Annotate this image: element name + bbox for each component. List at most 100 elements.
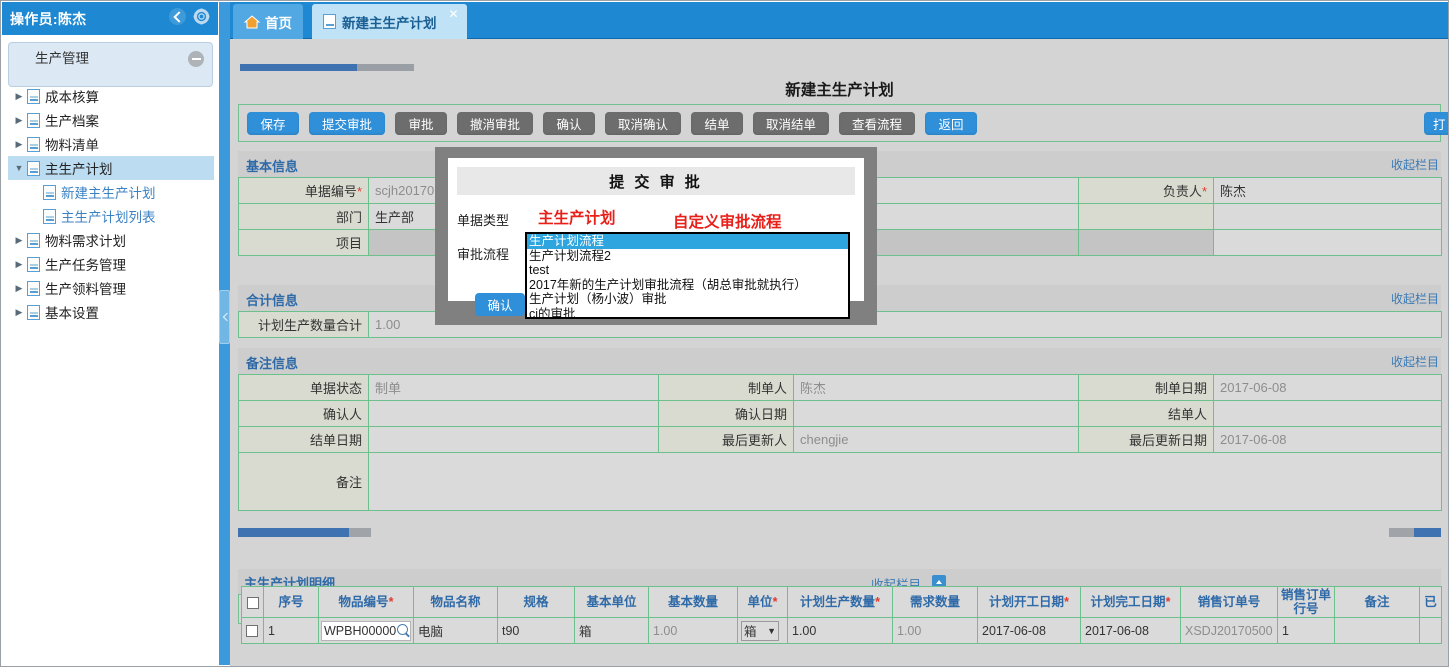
required-mark: * [773, 595, 778, 609]
sidebar-item-basic-settings[interactable]: ▶ 基本设置 [8, 300, 213, 324]
col-unit: 单位* [738, 587, 788, 618]
sidebar-item-production-archive[interactable]: ▶ 生产档案 [8, 108, 213, 132]
view-flow-button[interactable]: 查看流程 [839, 112, 915, 135]
gear-icon[interactable] [193, 8, 210, 25]
field-value-close-date [369, 427, 659, 453]
page-icon [27, 233, 40, 248]
required-mark: * [389, 595, 394, 609]
field-value-remark[interactable] [369, 453, 1442, 511]
sidebar-collapse-handle[interactable] [219, 290, 230, 344]
col-plan-qty: 计划生产数量* [788, 587, 893, 618]
close-order-button[interactable]: 结单 [691, 112, 743, 135]
cancel-confirm-button[interactable]: 取消确认 [605, 112, 681, 135]
sidebar-splitter[interactable] [219, 2, 230, 665]
confirm-button[interactable]: 确认 [543, 112, 595, 135]
cell-unit[interactable]: 箱 ▼ [738, 618, 788, 644]
submit-approval-button[interactable]: 提交审批 [309, 112, 385, 135]
cell-demand-qty[interactable]: 1.00 [893, 618, 978, 644]
cell-item-code[interactable]: WPBH00000 [319, 618, 414, 644]
approve-button[interactable]: 审批 [395, 112, 447, 135]
print-button[interactable]: 打 [1424, 112, 1449, 135]
sidebar-item-label: 生产领料管理 [45, 278, 126, 298]
sidebar-item-label: 生产档案 [45, 110, 99, 130]
field-value-blank-3[interactable] [1214, 204, 1442, 230]
scrollbar-track-segment[interactable] [357, 64, 414, 71]
collapse-link[interactable]: 收起栏目 [1391, 353, 1439, 370]
item-code-input[interactable]: WPBH00000 [321, 621, 411, 641]
close-icon[interactable]: ✕ [448, 7, 458, 21]
cell-plan-end[interactable]: 2017-06-08 [1081, 618, 1181, 644]
field-value-blank-5[interactable] [1214, 230, 1442, 256]
field-label-confirmer: 确认人 [239, 401, 369, 427]
table-row: 确认人 确认日期 结单人 [239, 401, 1442, 427]
field-label-doc-status: 单据状态 [239, 375, 369, 401]
form-horizontal-scrollbar[interactable] [238, 528, 1441, 537]
top-horizontal-scrollbar[interactable] [240, 64, 1438, 72]
sidebar-item-production-task[interactable]: ▶ 生产任务管理 [8, 252, 213, 276]
flow-option[interactable]: test [527, 263, 848, 278]
select-all-checkbox[interactable] [247, 597, 259, 609]
col-sales-line: 销售订单行号 [1278, 587, 1335, 618]
dialog-confirm-button[interactable]: 确认 [475, 293, 525, 316]
save-button[interactable]: 保存 [247, 112, 299, 135]
sidebar-item-new-master-production-plan[interactable]: 新建主生产计划 [8, 180, 213, 204]
sidebar-item-bom[interactable]: ▶ 物料清单 [8, 132, 213, 156]
sidebar-item-cost-accounting[interactable]: ▶ 成本核算 [8, 84, 213, 108]
field-label-total-plan-qty: 计划生产数量合计 [239, 312, 369, 338]
chevron-right-icon: ▶ [11, 115, 27, 126]
sidebar-item-material-requisition[interactable]: ▶ 生产领料管理 [8, 276, 213, 300]
sidebar-item-mrp[interactable]: ▶ 物料需求计划 [8, 228, 213, 252]
cell-plan-qty[interactable]: 1.00 [788, 618, 893, 644]
col-plan-end: 计划完工日期* [1081, 587, 1181, 618]
flow-option[interactable]: 生产计划（杨小波）审批 [527, 292, 848, 307]
page-icon [323, 14, 336, 29]
field-label-remark: 备注 [239, 453, 369, 511]
collapse-link[interactable]: 收起栏目 [1391, 156, 1439, 173]
revoke-approval-button[interactable]: 撤消审批 [457, 112, 533, 135]
select-all-header[interactable] [242, 587, 264, 618]
collapse-link[interactable]: 收起栏目 [1391, 290, 1439, 307]
scrollbar-thumb[interactable] [240, 64, 357, 71]
unit-select[interactable]: 箱 ▼ [741, 621, 779, 641]
tab-new-master-production-plan[interactable]: 新建主生产计划 ✕ [312, 4, 467, 39]
page-icon [27, 137, 40, 152]
scrollbar-track-segment[interactable] [349, 528, 371, 537]
cell-item-name[interactable]: 电脑 [414, 618, 498, 644]
flow-option[interactable]: 2017年新的生产计划审批流程（胡总审批就执行） [527, 278, 848, 293]
cell-plan-start[interactable]: 2017-06-08 [978, 618, 1081, 644]
sidebar-item-master-production-plan[interactable]: ▼ 主生产计划 [8, 156, 214, 180]
flow-option[interactable]: cj的审批 [527, 307, 848, 320]
sidebar-item-master-production-plan-list[interactable]: 主生产计划列表 [8, 204, 213, 228]
flow-option[interactable]: 生产计划流程2 [527, 249, 848, 264]
field-label-department: 部门 [239, 204, 369, 230]
field-value-confirmer [369, 401, 659, 427]
chevron-right-icon: ▶ [11, 235, 27, 246]
cell-base-unit: 箱 [575, 618, 649, 644]
return-button[interactable]: 返回 [925, 112, 977, 135]
action-toolbar: 保存 提交审批 审批 撤消审批 确认 取消确认 结单 取消结单 查看流程 返回 … [238, 104, 1441, 142]
cancel-close-button[interactable]: 取消结单 [753, 112, 829, 135]
flow-option[interactable]: 生产计划流程 [527, 234, 848, 249]
back-circle-icon[interactable] [169, 8, 186, 25]
page-icon [27, 257, 40, 272]
required-mark: * [357, 184, 362, 199]
scrollbar-thumb-right[interactable] [1414, 528, 1441, 537]
minus-circle-icon[interactable] [188, 51, 204, 67]
chevron-right-icon: ▶ [11, 139, 27, 150]
scrollbar-thumb[interactable] [238, 528, 349, 537]
section-title: 备注信息 [246, 353, 298, 372]
field-label-blank-5 [1079, 230, 1214, 256]
dialog-label-flow: 审批流程 [457, 244, 509, 263]
module-group-label: 生产管理 [9, 43, 212, 75]
approval-flow-listbox[interactable]: 生产计划流程 生产计划流程2 test 2017年新的生产计划审批流程（胡总审批… [525, 232, 850, 319]
scrollbar-track-segment-right[interactable] [1389, 528, 1414, 537]
cell-base-qty: 1.00 [649, 618, 738, 644]
tab-home[interactable]: 首页 [233, 4, 303, 39]
row-select-cell[interactable] [242, 618, 264, 644]
row-checkbox[interactable] [246, 625, 258, 637]
field-value-owner[interactable]: 陈杰 [1214, 178, 1442, 204]
page-icon [43, 185, 56, 200]
cell-remark[interactable] [1335, 618, 1420, 644]
module-group-header[interactable]: 生产管理 [8, 42, 213, 87]
search-icon[interactable] [397, 624, 408, 635]
